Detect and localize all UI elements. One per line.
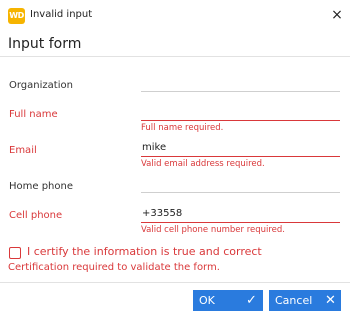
certify-error: Certification required to validate the f… (8, 262, 220, 273)
email-field[interactable]: mike (141, 139, 340, 157)
cell-phone-value: +33558 (142, 208, 183, 219)
cell-phone-label: Cell phone (9, 210, 63, 221)
footer-divider (0, 282, 350, 283)
window-title: Invalid input (30, 9, 93, 20)
form-title: Input form (8, 36, 82, 52)
ok-button[interactable]: OK ✓ (193, 290, 263, 311)
organization-label: Organization (9, 80, 73, 91)
ok-button-label: OK (199, 294, 215, 307)
check-icon: ✓ (246, 293, 257, 308)
email-error: Valid email address required. (141, 159, 265, 169)
close-icon: ✕ (325, 293, 336, 308)
cell-phone-field[interactable]: +33558 (141, 205, 340, 223)
email-value: mike (142, 142, 167, 153)
organization-field[interactable] (141, 74, 340, 92)
certify-label[interactable]: I certify the information is true and co… (27, 245, 262, 258)
cancel-button[interactable]: Cancel ✕ (269, 290, 341, 311)
full-name-error: Full name required. (141, 123, 224, 133)
window-close-button[interactable]: × (329, 5, 345, 25)
app-logo-icon: WD (8, 8, 25, 24)
home-phone-field[interactable] (141, 175, 340, 193)
home-phone-label: Home phone (9, 181, 74, 192)
email-label: Email (9, 145, 37, 156)
full-name-field[interactable] (141, 103, 340, 121)
full-name-label: Full name (9, 109, 58, 120)
cancel-button-label: Cancel (275, 294, 313, 307)
title-bar: WD Invalid input × (0, 0, 350, 32)
header-divider (0, 56, 350, 57)
cell-phone-error: Valid cell phone number required. (141, 225, 286, 235)
certify-checkbox[interactable] (9, 247, 21, 259)
